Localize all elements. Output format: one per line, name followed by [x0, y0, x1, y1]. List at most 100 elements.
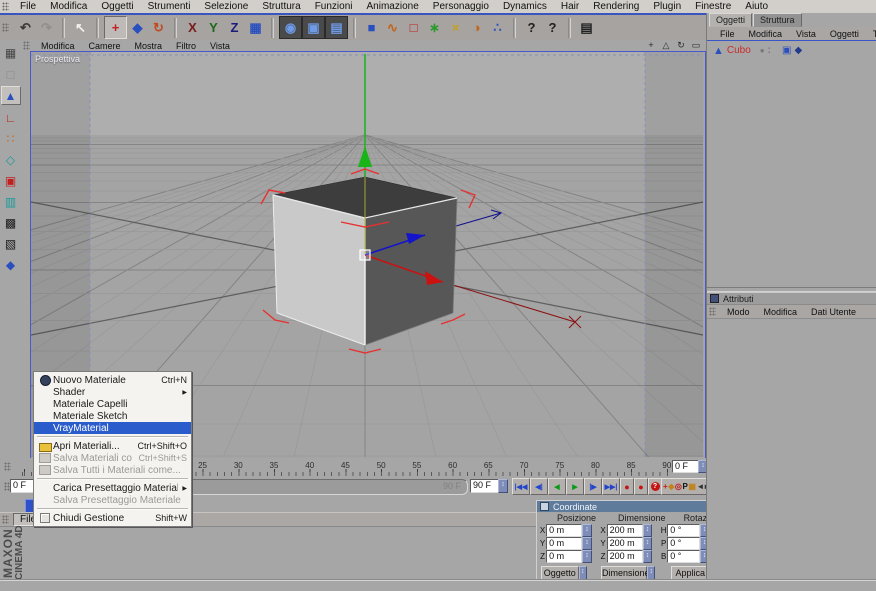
menubar-item-strumenti[interactable]: Strumenti: [141, 1, 198, 12]
help-pointer-icon[interactable]: ?: [521, 17, 542, 38]
posizione-x-spinner[interactable]: ↕: [582, 524, 592, 537]
add-array-icon[interactable]: ∗: [424, 17, 445, 38]
add-particles-icon[interactable]: ∴: [487, 17, 508, 38]
texture-axis-mode-icon[interactable]: ▧: [2, 235, 20, 252]
key-pla-toggle[interactable]: ▦: [688, 482, 696, 491]
posizione-x-field[interactable]: 0 m: [546, 524, 583, 537]
object-tag-icon-a[interactable]: ▣: [782, 45, 791, 56]
end-frame-field[interactable]: 0 F: [672, 460, 700, 473]
axis-center-handle[interactable]: [359, 249, 371, 261]
attributes-grip[interactable]: [709, 307, 716, 316]
context-item-chiudi-gestione[interactable]: Chiudi Gestione Shift+W: [34, 512, 191, 524]
menubar-item-dynamics[interactable]: Dynamics: [496, 1, 554, 12]
goto-start-button[interactable]: |◀◀: [512, 478, 530, 495]
dimensione-y-field[interactable]: 200 m: [606, 537, 643, 550]
viewport-menu-filtro[interactable]: Filtro: [169, 41, 203, 51]
add-boole-icon[interactable]: ×: [445, 17, 466, 38]
object-mode-icon[interactable]: ▲: [0, 86, 21, 105]
dimensione-z-field[interactable]: 200 m: [606, 550, 643, 563]
key-position-toggle[interactable]: +: [663, 482, 668, 491]
menubar-item-rendering[interactable]: Rendering: [586, 1, 646, 12]
menubar-item-personaggio[interactable]: Personaggio: [426, 1, 496, 12]
add-deformer-icon[interactable]: ◑: [466, 17, 487, 38]
pan-view-icon[interactable]: +: [645, 40, 657, 51]
rotate-tool-icon[interactable]: ↻: [148, 17, 169, 38]
dimensione-z-spinner[interactable]: ↕: [642, 550, 653, 563]
viewport-menu-grip[interactable]: [23, 41, 30, 50]
posizione-y-field[interactable]: 0 m: [546, 537, 583, 550]
menubar-item-funzioni[interactable]: Funzioni: [308, 1, 360, 12]
scale-tool-icon[interactable]: ◆: [127, 17, 148, 38]
object-menu-vista[interactable]: Vista: [789, 29, 823, 39]
rotate-view-icon[interactable]: ↻: [675, 40, 687, 51]
applica-button[interactable]: Applica: [671, 565, 709, 580]
context-item-nuovo-materiale[interactable]: Nuovo Materiale Ctrl+N: [34, 374, 191, 386]
dimensione-spinner[interactable]: ↕: [647, 565, 656, 580]
undo-icon[interactable]: ↶: [15, 17, 36, 38]
context-item-apri-materiali[interactable]: Apri Materiali... Ctrl+Shift+O: [34, 440, 191, 452]
lock-y-axis-icon[interactable]: Y: [203, 17, 224, 38]
viewport-menu-camere[interactable]: Camere: [82, 41, 128, 51]
rotazione-p-field[interactable]: 0 °: [667, 537, 700, 550]
posizione-z-field[interactable]: 0 m: [546, 550, 583, 563]
object-tag-icon-b[interactable]: ◆: [794, 45, 802, 56]
object-list-empty[interactable]: [707, 57, 876, 287]
move-tool-icon[interactable]: +: [104, 16, 127, 39]
menubar-item-hair[interactable]: Hair: [554, 1, 586, 12]
object-menu-file[interactable]: File: [713, 29, 742, 39]
key-scale-toggle[interactable]: ◆: [668, 482, 674, 491]
object-menu-tag[interactable]: Tag: [866, 29, 876, 39]
record-keyframe-button[interactable]: ●: [620, 478, 634, 495]
menubar-item-file[interactable]: File: [13, 1, 43, 12]
lock-z-axis-icon[interactable]: Z: [224, 17, 245, 38]
viewport-menu-modifica[interactable]: Modifica: [34, 41, 82, 51]
tab-oggetti[interactable]: Oggetti: [709, 13, 753, 27]
context-item-salva-materiali-come[interactable]: Salva Materiali come... Ctrl+Shift+S: [34, 452, 191, 464]
context-item-vraymaterial[interactable]: VrayMaterial: [34, 422, 191, 434]
dimensione-y-spinner[interactable]: ↕: [642, 537, 653, 550]
layout-manager-icon[interactable]: ▤: [576, 17, 597, 38]
coordinates-titlebar[interactable]: Coordinate: [537, 501, 709, 512]
toggle-view-icon[interactable]: ▭: [690, 40, 702, 51]
play-forward-button[interactable]: ▶: [566, 478, 584, 495]
menubar-item-struttura[interactable]: Struttura: [255, 1, 307, 12]
redo-icon[interactable]: ↷: [36, 17, 57, 38]
polygons-mode-icon[interactable]: ▣: [2, 172, 20, 189]
posizione-y-spinner[interactable]: ↕: [582, 537, 592, 550]
object-menu-modifica[interactable]: Modifica: [742, 29, 790, 39]
context-item-materiale-capelli[interactable]: Materiale Capelli: [34, 398, 191, 410]
points-mode-icon[interactable]: ∷: [2, 130, 20, 147]
make-editable-icon[interactable]: ▦: [2, 44, 20, 61]
key-rotation-toggle[interactable]: ◎: [675, 482, 682, 491]
object-menu-oggetti[interactable]: Oggetti: [823, 29, 866, 39]
menubar-item-aiuto[interactable]: Aiuto: [738, 1, 775, 12]
oggetto-button[interactable]: Oggetto: [541, 565, 579, 580]
dimensione-button[interactable]: Dimensione: [601, 565, 650, 580]
context-item-shader[interactable]: Shader ▶: [34, 386, 191, 398]
attributes-menu-dati-utente[interactable]: Dati Utente: [804, 307, 863, 317]
autokey-button[interactable]: ●: [634, 478, 648, 495]
key-parameter-toggle[interactable]: P: [682, 482, 687, 491]
add-hypernurbs-icon[interactable]: □: [403, 17, 424, 38]
context-item-salva-presettaggio-materiale[interactable]: Salva Presettaggio Materiale: [34, 494, 191, 506]
posizione-z-spinner[interactable]: ↕: [582, 550, 592, 563]
live-selection-icon[interactable]: ↖: [70, 17, 91, 38]
viewport-menu-vista[interactable]: Vista: [203, 41, 237, 51]
sound-toggle[interactable]: ◄: [696, 482, 704, 491]
menubar-item-animazione[interactable]: Animazione: [360, 1, 426, 12]
add-spline-icon[interactable]: ∿: [382, 17, 403, 38]
goto-end-button[interactable]: ▶▶|: [602, 478, 620, 495]
attributes-titlebar[interactable]: Attributi: [707, 292, 876, 305]
texture-mode-icon[interactable]: ▩: [2, 214, 20, 231]
menubar-item-oggetti[interactable]: Oggetti: [94, 1, 140, 12]
zoom-view-icon[interactable]: △: [660, 40, 672, 51]
rotazione-h-field[interactable]: 0 °: [667, 524, 700, 537]
context-help-icon[interactable]: ?: [542, 17, 563, 38]
dimensione-x-spinner[interactable]: ↕: [642, 524, 653, 537]
coordinate-system-icon[interactable]: ▦: [245, 17, 266, 38]
visibility-dot-render[interactable]: :: [768, 45, 771, 56]
animation-mode-icon[interactable]: ◆: [2, 256, 20, 273]
menubar-item-modifica[interactable]: Modifica: [43, 1, 94, 12]
next-frame-button[interactable]: |▶: [584, 478, 602, 495]
uv-polygons-mode-icon[interactable]: ▥: [2, 193, 20, 210]
